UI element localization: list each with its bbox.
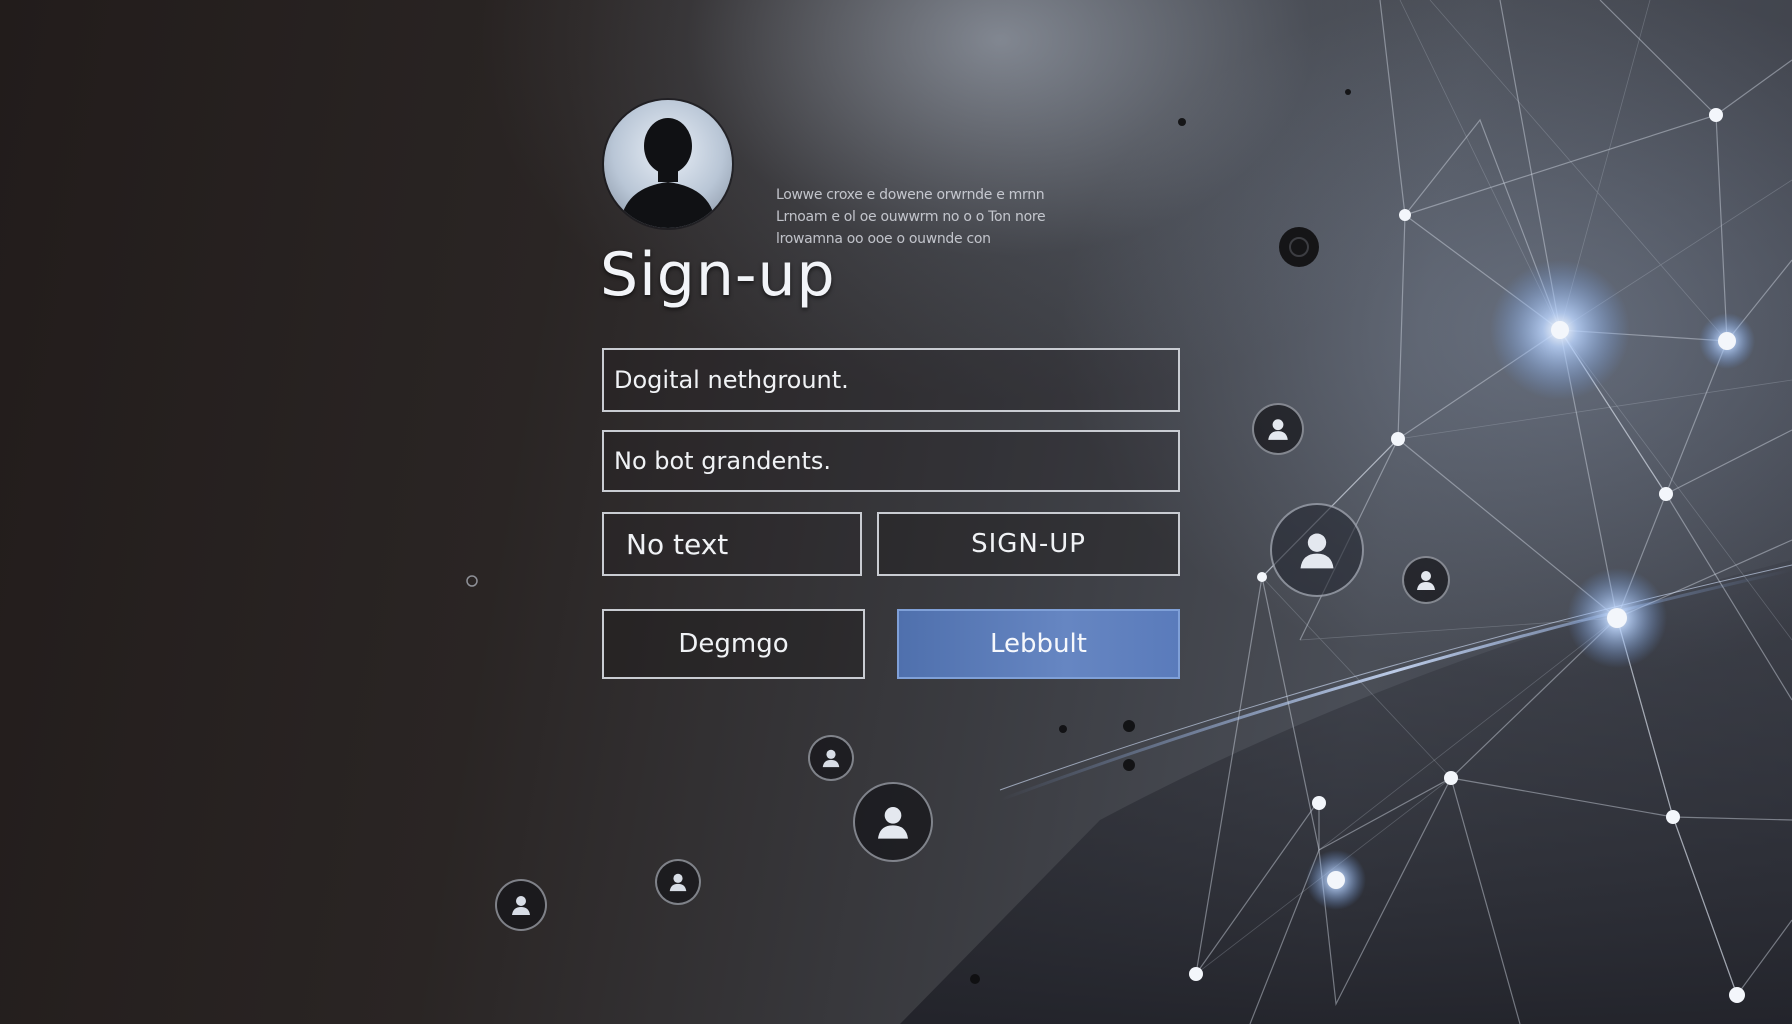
second-input[interactable]	[604, 447, 1178, 475]
description-line: Lrnoam e ol oe ouwwrm no o o Ton nore	[776, 209, 1046, 225]
user-icon	[808, 735, 854, 781]
signup-button[interactable]: SIGN-UP	[877, 512, 1180, 576]
second-input-field[interactable]	[602, 430, 1180, 492]
primary-button[interactable]: Lebbult	[897, 609, 1180, 679]
user-icon	[1252, 403, 1304, 455]
header-description: Lowwe croxe e dowene orwrnde e mrnn Lrno…	[776, 184, 1176, 250]
first-input[interactable]	[604, 366, 1178, 394]
user-icon	[1270, 503, 1364, 597]
user-icon	[1402, 556, 1450, 604]
user-silhouette-icon	[604, 100, 732, 228]
user-icon	[495, 879, 547, 931]
user-icon	[655, 859, 701, 905]
page-title: Sign-up	[600, 240, 836, 310]
description-line: Lowwe croxe e dowene orwrnde e mrnn	[776, 187, 1045, 203]
user-icon	[853, 782, 933, 862]
text-box-label: No text	[626, 527, 729, 561]
first-input-field[interactable]	[602, 348, 1180, 412]
description-line: lrowamna oo ooe o ouwnde con	[776, 231, 991, 247]
text-box[interactable]: No text	[602, 512, 862, 576]
secondary-button[interactable]: Degmgo	[602, 609, 865, 679]
